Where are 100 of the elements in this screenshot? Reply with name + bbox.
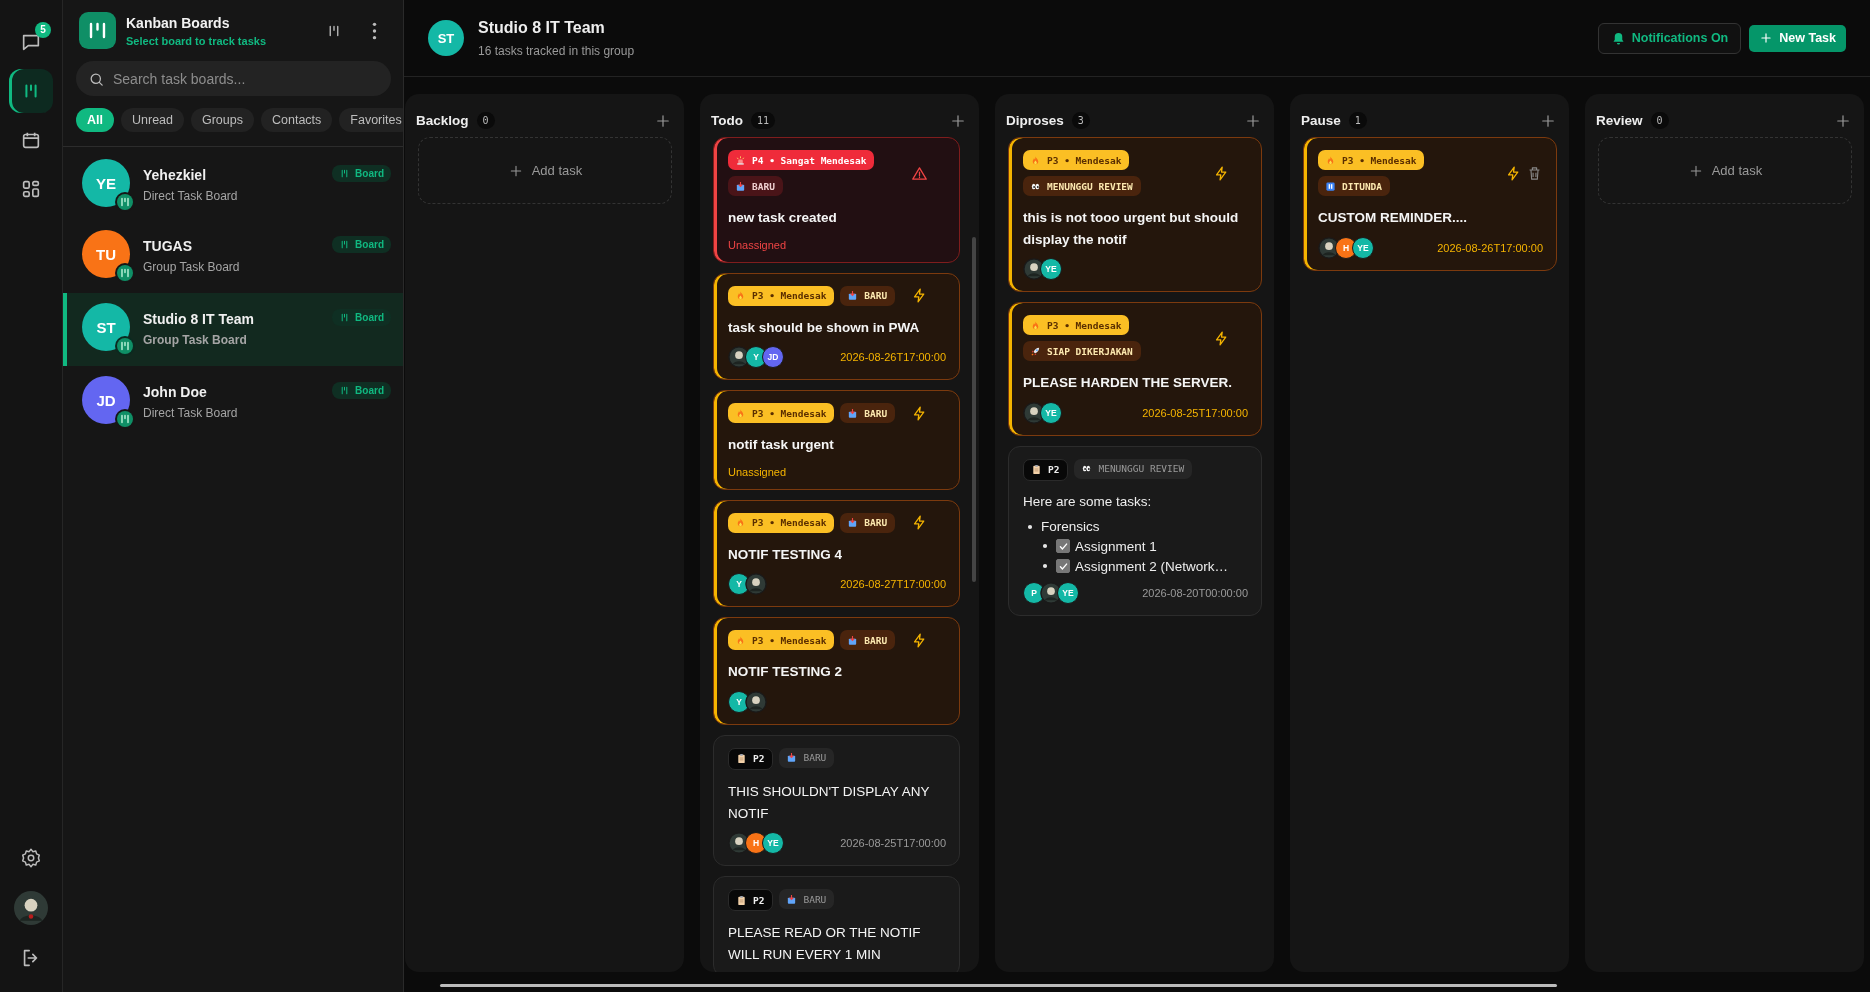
- unassigned-label: Unassigned: [728, 465, 788, 478]
- task-card[interactable]: P3 • Mendesak DITUNDA CUSTOM REMINDER.... H YE 2026-08-26T17:00:00: [1303, 137, 1557, 271]
- sidebar-subtitle: Select board to track tasks: [126, 34, 267, 47]
- task-card[interactable]: P3 • Mendesak BARU NOTIF TESTING 2 Y: [713, 617, 960, 725]
- profile-avatar[interactable]: [14, 891, 48, 925]
- bullet-icon: [1041, 562, 1049, 571]
- add-task-button[interactable]: Add task: [418, 137, 672, 204]
- siren-icon: [735, 154, 746, 166]
- bullet-icon: [1041, 542, 1049, 551]
- board-list-item[interactable]: ST Studio 8 IT Team Group Task Board Board: [63, 293, 403, 366]
- priority-label: P2: [753, 894, 765, 906]
- list-item-text: Forensics: [1041, 518, 1100, 534]
- board-avatar: YE: [82, 159, 130, 207]
- status-label: MENUNGGU REVIEW: [1047, 180, 1133, 192]
- task-title: task should be shown in PWA: [728, 318, 921, 337]
- task-title: CUSTOM REMINDER....: [1318, 209, 1468, 227]
- task-card[interactable]: P3 • Mendesak BARU NOTIF TESTING 4 Y 2026-08-27T17:00:00: [713, 499, 960, 608]
- assignee-avatar: YE: [1040, 258, 1062, 281]
- checkbox[interactable]: [1056, 539, 1070, 554]
- avatar-icon: [745, 690, 767, 713]
- priority-label: P2: [1048, 464, 1060, 476]
- checkbox[interactable]: [1056, 559, 1070, 574]
- add-task-button[interactable]: Add task: [1598, 137, 1852, 204]
- plus-icon: [1759, 31, 1774, 45]
- board-type: Direct Task Board: [143, 189, 239, 203]
- due-date: 2026-08-20T00:00:00: [1142, 586, 1248, 599]
- assignee-avatar: P: [1023, 581, 1045, 604]
- board-name: Studio 8 IT Team: [143, 311, 255, 327]
- task-title: this is not tooo urgent but should display the notif: [1023, 209, 1240, 249]
- assignee-avatar: Y: [728, 573, 750, 596]
- inbox-icon: [847, 290, 859, 302]
- board-avatar: ST: [82, 303, 130, 351]
- task-card[interactable]: P2 BARU THIS SHOULDN'T DISPLAY ANY NOTIF H YE 2026-08-25T17:00:00: [713, 734, 960, 867]
- priority-label: P3 • Mendesak: [1342, 154, 1417, 166]
- board-type: Group Task Board: [143, 260, 241, 274]
- filter-chip[interactable]: Favorites: [339, 108, 403, 132]
- assignee-avatar: YE: [762, 832, 784, 855]
- task-card[interactable]: P4 • Sangat Mendesak BARU new task created Unassigned: [713, 137, 960, 263]
- column-title: Backlog: [416, 113, 469, 128]
- task-card[interactable]: P3 • Mendesak SIAP DIKERJAKAN PLEASE HARDEN THE SERVER. YE 2026-08-25T17:00:00: [1008, 302, 1262, 436]
- board-list-item[interactable]: JD John Doe Direct Task Board Board: [63, 366, 403, 439]
- task-count: 0: [476, 112, 495, 129]
- notifications-button[interactable]: Notifications On: [1597, 22, 1742, 54]
- filter-chip[interactable]: Groups: [191, 108, 254, 132]
- scrollbar[interactable]: [972, 237, 976, 582]
- scrollbar[interactable]: [440, 984, 1557, 987]
- warning-icon: [911, 164, 928, 182]
- task-title: PLEASE READ OR THE NOTIF WILL RUN EVERY 1 MIN: [728, 924, 922, 964]
- board-tag-label: Board: [355, 168, 384, 179]
- list-item-text: Assignment 1: [1075, 538, 1157, 554]
- task-card[interactable]: P3 • Mendesak MENUNGGU REVIEW this is not tooo urgent but should display the notif YE: [1008, 137, 1262, 293]
- unassigned-label: Unassigned: [728, 238, 788, 251]
- board-list-item[interactable]: TU TUGAS Group Task Board Board: [63, 220, 403, 293]
- priority-label: P3 • Mendesak: [1047, 154, 1122, 166]
- task-count: 1: [1348, 112, 1367, 129]
- kanban-badge-icon: [115, 336, 135, 356]
- task-card[interactable]: P3 • Mendesak BARU notif task urgent Unassigned: [713, 390, 960, 490]
- sidebar-title: Kanban Boards: [126, 14, 231, 31]
- board-name: John Doe: [143, 384, 208, 400]
- flame-icon: [735, 407, 746, 419]
- task-card[interactable]: P2 MENUNGGU REVIEW Here are some tasks: Forensics Assignment 1 Assignment 2 (Network… P YE 2026-08-20T00:00:00: [1008, 445, 1262, 616]
- task-title: PLEASE HARDEN THE SERVER.: [1023, 374, 1234, 393]
- column-title: Review: [1596, 113, 1643, 128]
- status-label: DITUNDA: [1342, 180, 1383, 192]
- inbox-icon: [847, 517, 859, 529]
- task-card[interactable]: P2 BARU PLEASE READ OR THE NOTIF WILL RUN EVERY 1 MIN: [713, 876, 960, 972]
- status-label: BARU: [864, 634, 888, 646]
- avatar-icon: [745, 573, 767, 596]
- due-date: 2026-08-25T17:00:00: [840, 837, 946, 850]
- filter-chip[interactable]: Contacts: [261, 108, 333, 132]
- inbox-icon: [847, 407, 859, 419]
- kanban-badge-icon: [115, 263, 135, 283]
- due-date: 2026-08-25T17:00:00: [1142, 406, 1248, 419]
- board-tag-label: Board: [355, 239, 384, 250]
- search-field[interactable]: Search task boards...: [76, 61, 391, 96]
- settings-icon: [20, 847, 42, 869]
- inbox-icon: [786, 893, 798, 905]
- priority-label: P3 • Mendesak: [752, 290, 827, 302]
- avatar-icon: [14, 891, 48, 925]
- assignee-avatar: Y: [728, 690, 750, 713]
- list-item-text: Assignment 2 (Network…: [1075, 558, 1229, 574]
- due-date: 2026-08-26T17:00:00: [840, 351, 946, 364]
- inbox-icon: [735, 180, 746, 192]
- rail-button[interactable]: [9, 69, 53, 113]
- due-date: 2026-08-26T17:00:00: [1437, 241, 1543, 254]
- status-label: BARU: [803, 893, 827, 905]
- assignee-avatar: YE: [1040, 401, 1062, 424]
- priority-label: P3 • Mendesak: [1047, 319, 1122, 331]
- filter-chip[interactable]: Unread: [121, 108, 184, 132]
- task-card[interactable]: P3 • Mendesak BARU task should be shown in PWA Y JD 2026-08-26T17:00:00: [713, 272, 960, 381]
- status-label: BARU: [752, 180, 775, 192]
- column-title: Todo: [711, 113, 743, 128]
- task-title: new task created: [728, 209, 838, 227]
- board-subtitle: 16 tasks tracked in this group: [478, 43, 636, 58]
- board-list-item[interactable]: YE Yehezkiel Direct Task Board Board: [63, 147, 403, 220]
- board-name: Yehezkiel: [143, 167, 208, 183]
- flame-icon: [1325, 154, 1336, 166]
- new-task-button[interactable]: New Task: [1749, 24, 1846, 52]
- task-description: Here are some tasks:: [1023, 493, 1153, 509]
- assignee-avatar: YE: [1057, 581, 1079, 604]
